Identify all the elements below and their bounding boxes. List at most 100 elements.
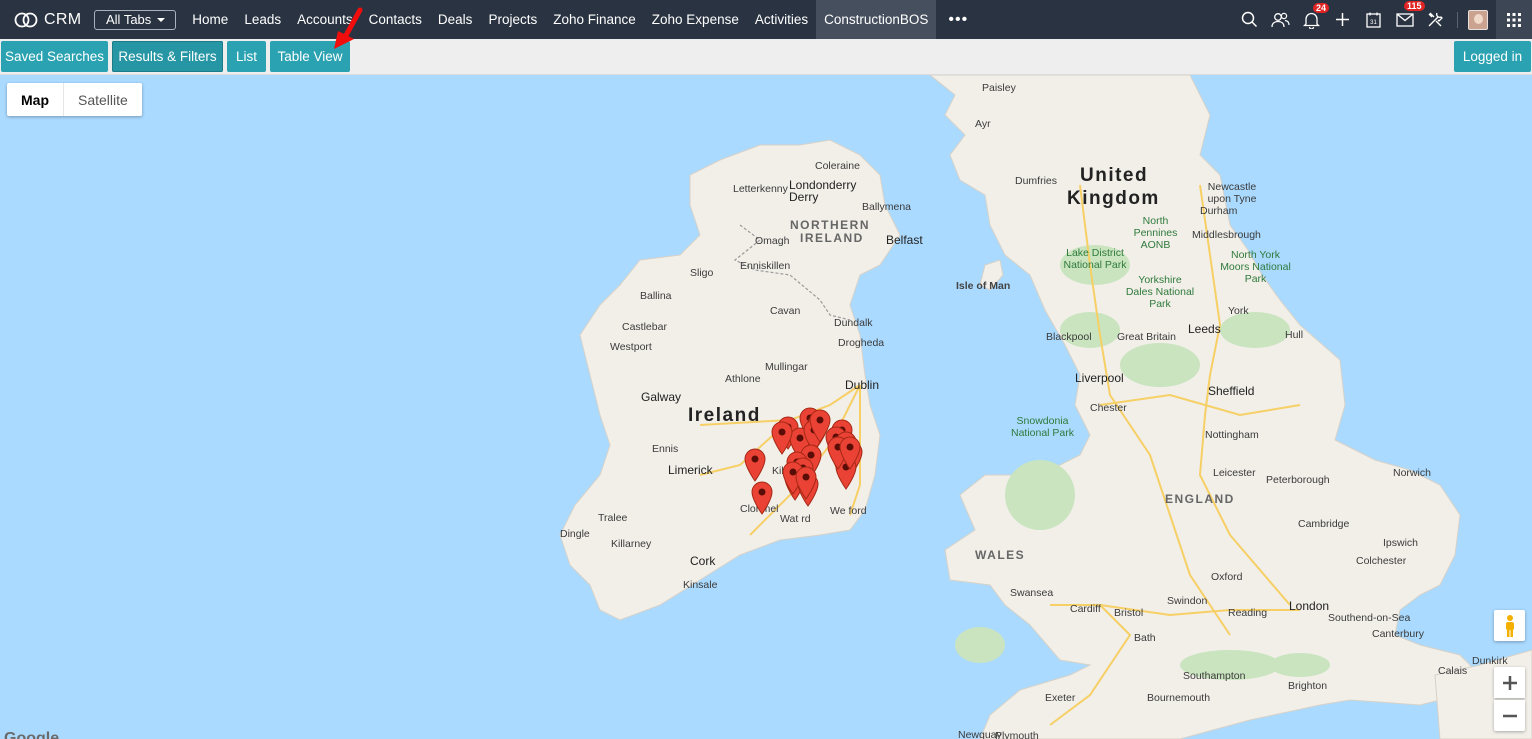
label-paisley: Paisley — [982, 82, 1016, 94]
label-snowdonia: Snowdonia National Park — [1010, 415, 1075, 439]
label-sligo: Sligo — [690, 267, 714, 279]
contacts-button[interactable] — [1265, 0, 1296, 39]
more-tabs-button[interactable]: ••• — [936, 0, 980, 39]
label-chester: Chester — [1090, 402, 1127, 414]
bell-icon — [1303, 12, 1320, 29]
notifications-button[interactable]: 24 — [1296, 0, 1330, 39]
label-kingdom: Kingdom — [1067, 188, 1160, 209]
label-omagh: Omagh — [755, 235, 790, 247]
tab-home[interactable]: Home — [184, 0, 236, 39]
plus-icon — [1336, 13, 1349, 26]
mail-button[interactable]: 115 — [1389, 0, 1425, 39]
label-lake-district: Lake District National Park — [1063, 247, 1127, 271]
tab-projects[interactable]: Projects — [480, 0, 545, 39]
all-tabs-dropdown[interactable]: All Tabs — [94, 9, 177, 30]
label-leicester: Leicester — [1213, 467, 1256, 479]
label-north-pennines: North Pennines AONB — [1133, 215, 1178, 251]
label-westport: Westport — [610, 341, 652, 353]
google-logo: Google — [4, 730, 60, 739]
map-pin[interactable] — [744, 448, 766, 482]
label-mullingar: Mullingar — [765, 361, 808, 373]
top-navigation-bar: CRM All Tabs Home Leads Accounts Contact… — [0, 0, 1532, 39]
label-castlebar: Castlebar — [622, 321, 667, 333]
label-york: York — [1228, 305, 1249, 317]
label-great-britain: Great Britain — [1117, 331, 1176, 343]
label-dingle: Dingle — [560, 528, 590, 540]
label-yorkshire-dales: Yorkshire Dales National Park — [1125, 274, 1195, 310]
label-ayr: Ayr — [975, 118, 991, 130]
label-oxford: Oxford — [1211, 571, 1243, 583]
label-colchester: Colchester — [1356, 555, 1407, 567]
nav-divider — [1457, 11, 1458, 28]
label-bournemouth: Bournemouth — [1147, 692, 1211, 704]
calendar-button[interactable]: 31 — [1358, 0, 1389, 39]
view-toolbar: Saved Searches Results & Filters List Ta… — [0, 39, 1532, 75]
tab-contacts[interactable]: Contacts — [361, 0, 430, 39]
label-ballymena: Ballymena — [862, 201, 912, 213]
label-ireland-region: IRELAND — [800, 231, 864, 245]
label-bath: Bath — [1134, 632, 1156, 644]
setup-button[interactable] — [1420, 0, 1451, 39]
annotation-arrow-icon — [334, 7, 363, 49]
tab-constructionbos[interactable]: ConstructionBOS — [816, 0, 937, 39]
label-dunkirk: Dunkirk — [1472, 655, 1508, 667]
label-england: ENGLAND — [1165, 492, 1235, 506]
map-type-control: Map Satellite — [7, 83, 142, 116]
tab-zoho-expense[interactable]: Zoho Expense — [644, 0, 747, 39]
label-calais: Calais — [1438, 665, 1468, 677]
app-launcher-button[interactable] — [1496, 0, 1532, 39]
label-tralee: Tralee — [598, 512, 628, 524]
map-pin[interactable] — [839, 436, 861, 470]
tab-leads[interactable]: Leads — [236, 0, 289, 39]
map-type-satellite[interactable]: Satellite — [64, 83, 142, 116]
label-derry: Derry — [789, 190, 819, 204]
label-leeds: Leeds — [1188, 322, 1221, 336]
label-middlesbrough: Middlesbrough — [1192, 229, 1261, 241]
label-sheffield: Sheffield — [1208, 384, 1255, 398]
label-newcastle: Newcastle upon Tyne — [1207, 181, 1257, 205]
crm-logo-icon — [14, 12, 38, 27]
list-button[interactable]: List — [227, 41, 266, 72]
search-button[interactable] — [1234, 0, 1265, 39]
crm-logo[interactable]: CRM — [0, 0, 90, 39]
label-london: London — [1289, 599, 1330, 613]
label-cambridge: Cambridge — [1298, 518, 1350, 530]
grid-icon — [1507, 12, 1521, 27]
label-ennis: Ennis — [652, 443, 679, 455]
label-north-york-moors: North York Moors National Park — [1220, 249, 1291, 285]
results-filters-button[interactable]: Results & Filters — [112, 41, 223, 72]
label-enniskillen: Enniskillen — [740, 260, 791, 272]
label-ireland: Ireland — [688, 405, 761, 426]
map-terrain — [559, 75, 1532, 739]
label-athlone: Athlone — [725, 373, 761, 385]
street-view-button[interactable] — [1494, 610, 1525, 641]
label-waterford: Wat rd — [780, 513, 811, 525]
label-killarney: Killarney — [611, 538, 652, 550]
tools-icon — [1428, 12, 1443, 27]
label-united: United — [1080, 165, 1149, 186]
all-tabs-label: All Tabs — [106, 12, 152, 27]
map-pin[interactable] — [771, 421, 793, 455]
map-type-map[interactable]: Map — [7, 83, 64, 116]
logged-in-button[interactable]: Logged in — [1454, 41, 1531, 72]
tab-deals[interactable]: Deals — [430, 0, 481, 39]
map-pin[interactable] — [751, 481, 773, 515]
tab-zoho-finance[interactable]: Zoho Finance — [545, 0, 644, 39]
create-button[interactable] — [1327, 0, 1358, 39]
zoom-out-button[interactable] — [1494, 700, 1525, 731]
label-dundalk: Dundalk — [834, 317, 873, 329]
label-exeter: Exeter — [1045, 692, 1076, 704]
map-view[interactable]: Map Satellite United Kingdom Ireland NOR… — [0, 75, 1532, 739]
label-peterborough: Peterborough — [1266, 474, 1330, 486]
zoom-in-button[interactable] — [1494, 667, 1525, 698]
label-limerick: Limerick — [668, 463, 713, 477]
map-pin[interactable] — [795, 466, 817, 500]
label-northern: NORTHERN — [790, 218, 870, 232]
label-dublin: Dublin — [845, 378, 880, 392]
tab-activities[interactable]: Activities — [747, 0, 816, 39]
saved-searches-button[interactable]: Saved Searches — [1, 41, 108, 72]
mail-icon — [1395, 12, 1414, 27]
plus-icon — [1502, 675, 1517, 690]
label-bristol: Bristol — [1114, 607, 1144, 619]
user-avatar[interactable] — [1468, 9, 1488, 30]
